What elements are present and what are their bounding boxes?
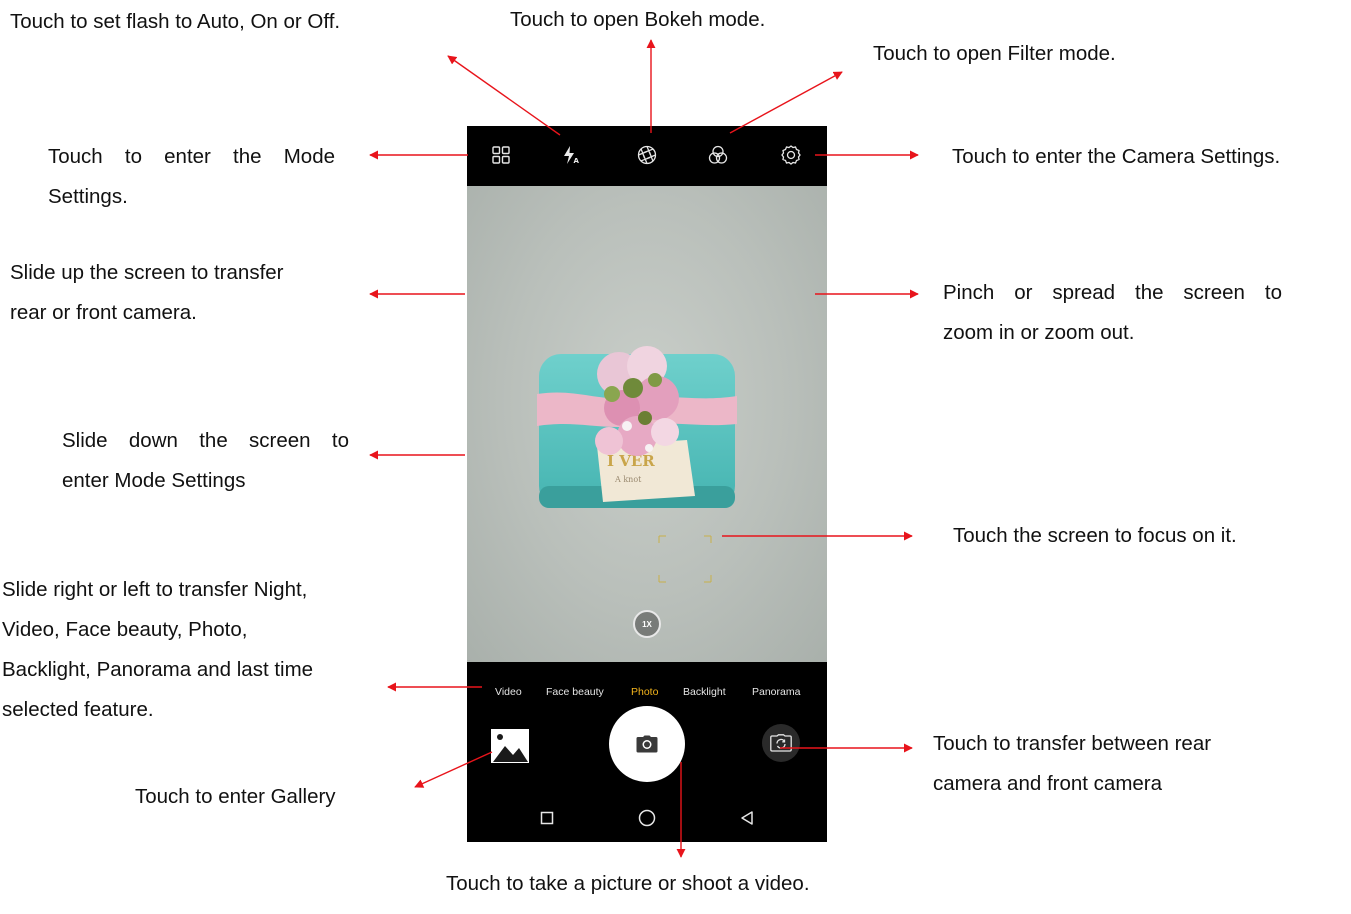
svg-text:A: A — [574, 157, 580, 165]
mode-photo[interactable]: Photo — [631, 686, 658, 698]
annotation-gallery: Touch to enter Gallery — [135, 785, 336, 808]
recent-apps-icon[interactable] — [537, 808, 557, 828]
annotation-mode-settings: Touch to enter the Mode Settings. — [48, 137, 335, 217]
mode-face-beauty[interactable]: Face beauty — [546, 686, 604, 698]
annotation-switch-line2: camera and front camera — [933, 772, 1163, 795]
focus-indicator — [658, 535, 712, 583]
annotation-camera-settings: Touch to enter the Camera Settings. — [952, 145, 1281, 168]
camera-icon — [636, 735, 658, 753]
annotation-pinch: Pinch or spread the screen to zoom in or… — [943, 273, 1282, 353]
system-navigation-bar — [467, 790, 827, 842]
phone-screen: A I VER A knot 1X Video Face beauty Phot… — [467, 126, 827, 842]
mode-panorama[interactable]: Panorama — [752, 686, 800, 698]
settings-gear-icon[interactable] — [778, 142, 804, 168]
annotation-focus: Touch the screen to focus on it. — [953, 524, 1237, 547]
arrow-flash — [447, 55, 561, 136]
annotation-slide-rl-line1: Slide right or left to transfer Night, — [2, 578, 308, 601]
annotation-switch-line1: Touch to transfer between rear — [933, 732, 1212, 755]
filter-icon[interactable] — [705, 142, 731, 168]
camera-viewfinder[interactable]: I VER A knot 1X — [467, 186, 827, 662]
annotation-slide-up: Slide up the screen to transfer rear or … — [10, 253, 284, 333]
camera-controls — [467, 706, 827, 782]
annotation-mode-settings-line1: Touch to enter the Mode — [48, 145, 335, 168]
flash-auto-icon[interactable]: A — [558, 142, 584, 168]
annotation-slide-down-line1: Slide down the screen to — [62, 429, 349, 452]
gallery-icon[interactable] — [490, 728, 530, 764]
annotation-slide-right-left: Slide right or left to transfer Night, V… — [2, 570, 313, 730]
shutter-button[interactable] — [609, 706, 685, 782]
arrow-filter — [729, 71, 843, 134]
annotation-slide-up-line1: Slide up the screen to transfer — [10, 261, 284, 284]
annotation-slide-rl-line4: selected feature. — [2, 698, 154, 721]
annotation-filter: Touch to open Filter mode. — [873, 42, 1116, 65]
annotation-slide-rl-line2: Video, Face beauty, Photo, — [2, 618, 248, 641]
mode-grid-icon[interactable] — [488, 142, 514, 168]
mode-backlight[interactable]: Backlight — [683, 686, 726, 698]
annotation-mode-settings-line2: Settings. — [48, 185, 128, 208]
annotation-bokeh: Touch to open Bokeh mode. — [510, 8, 766, 31]
svg-text:A knot: A knot — [614, 475, 642, 484]
viewfinder-subject-gift-box: I VER A knot — [537, 346, 737, 508]
annotation-pinch-line1: Pinch or spread the screen to — [943, 281, 1282, 304]
annotation-slide-rl-line3: Backlight, Panorama and last time — [2, 658, 314, 681]
annotation-slide-up-line2: rear or front camera. — [10, 301, 197, 324]
annotation-pinch-line2: zoom in or zoom out. — [943, 321, 1135, 344]
annotation-flash: Touch to set flash to Auto, On or Off. — [10, 10, 341, 33]
back-icon[interactable] — [737, 808, 757, 828]
home-icon[interactable] — [637, 808, 657, 828]
annotation-switch-camera: Touch to transfer between rear camera an… — [933, 724, 1211, 804]
bokeh-aperture-icon[interactable] — [634, 142, 660, 168]
switch-camera-button[interactable] — [762, 724, 800, 762]
annotation-shutter: Touch to take a picture or shoot a video… — [446, 872, 810, 895]
switch-camera-icon — [770, 734, 792, 752]
zoom-level-button[interactable]: 1X — [633, 610, 661, 638]
camera-top-bar: A — [467, 126, 827, 186]
annotation-slide-down: Slide down the screen to enter Mode Sett… — [62, 421, 349, 501]
annotation-slide-down-line2: enter Mode Settings — [62, 469, 246, 492]
mode-video[interactable]: Video — [495, 686, 522, 698]
